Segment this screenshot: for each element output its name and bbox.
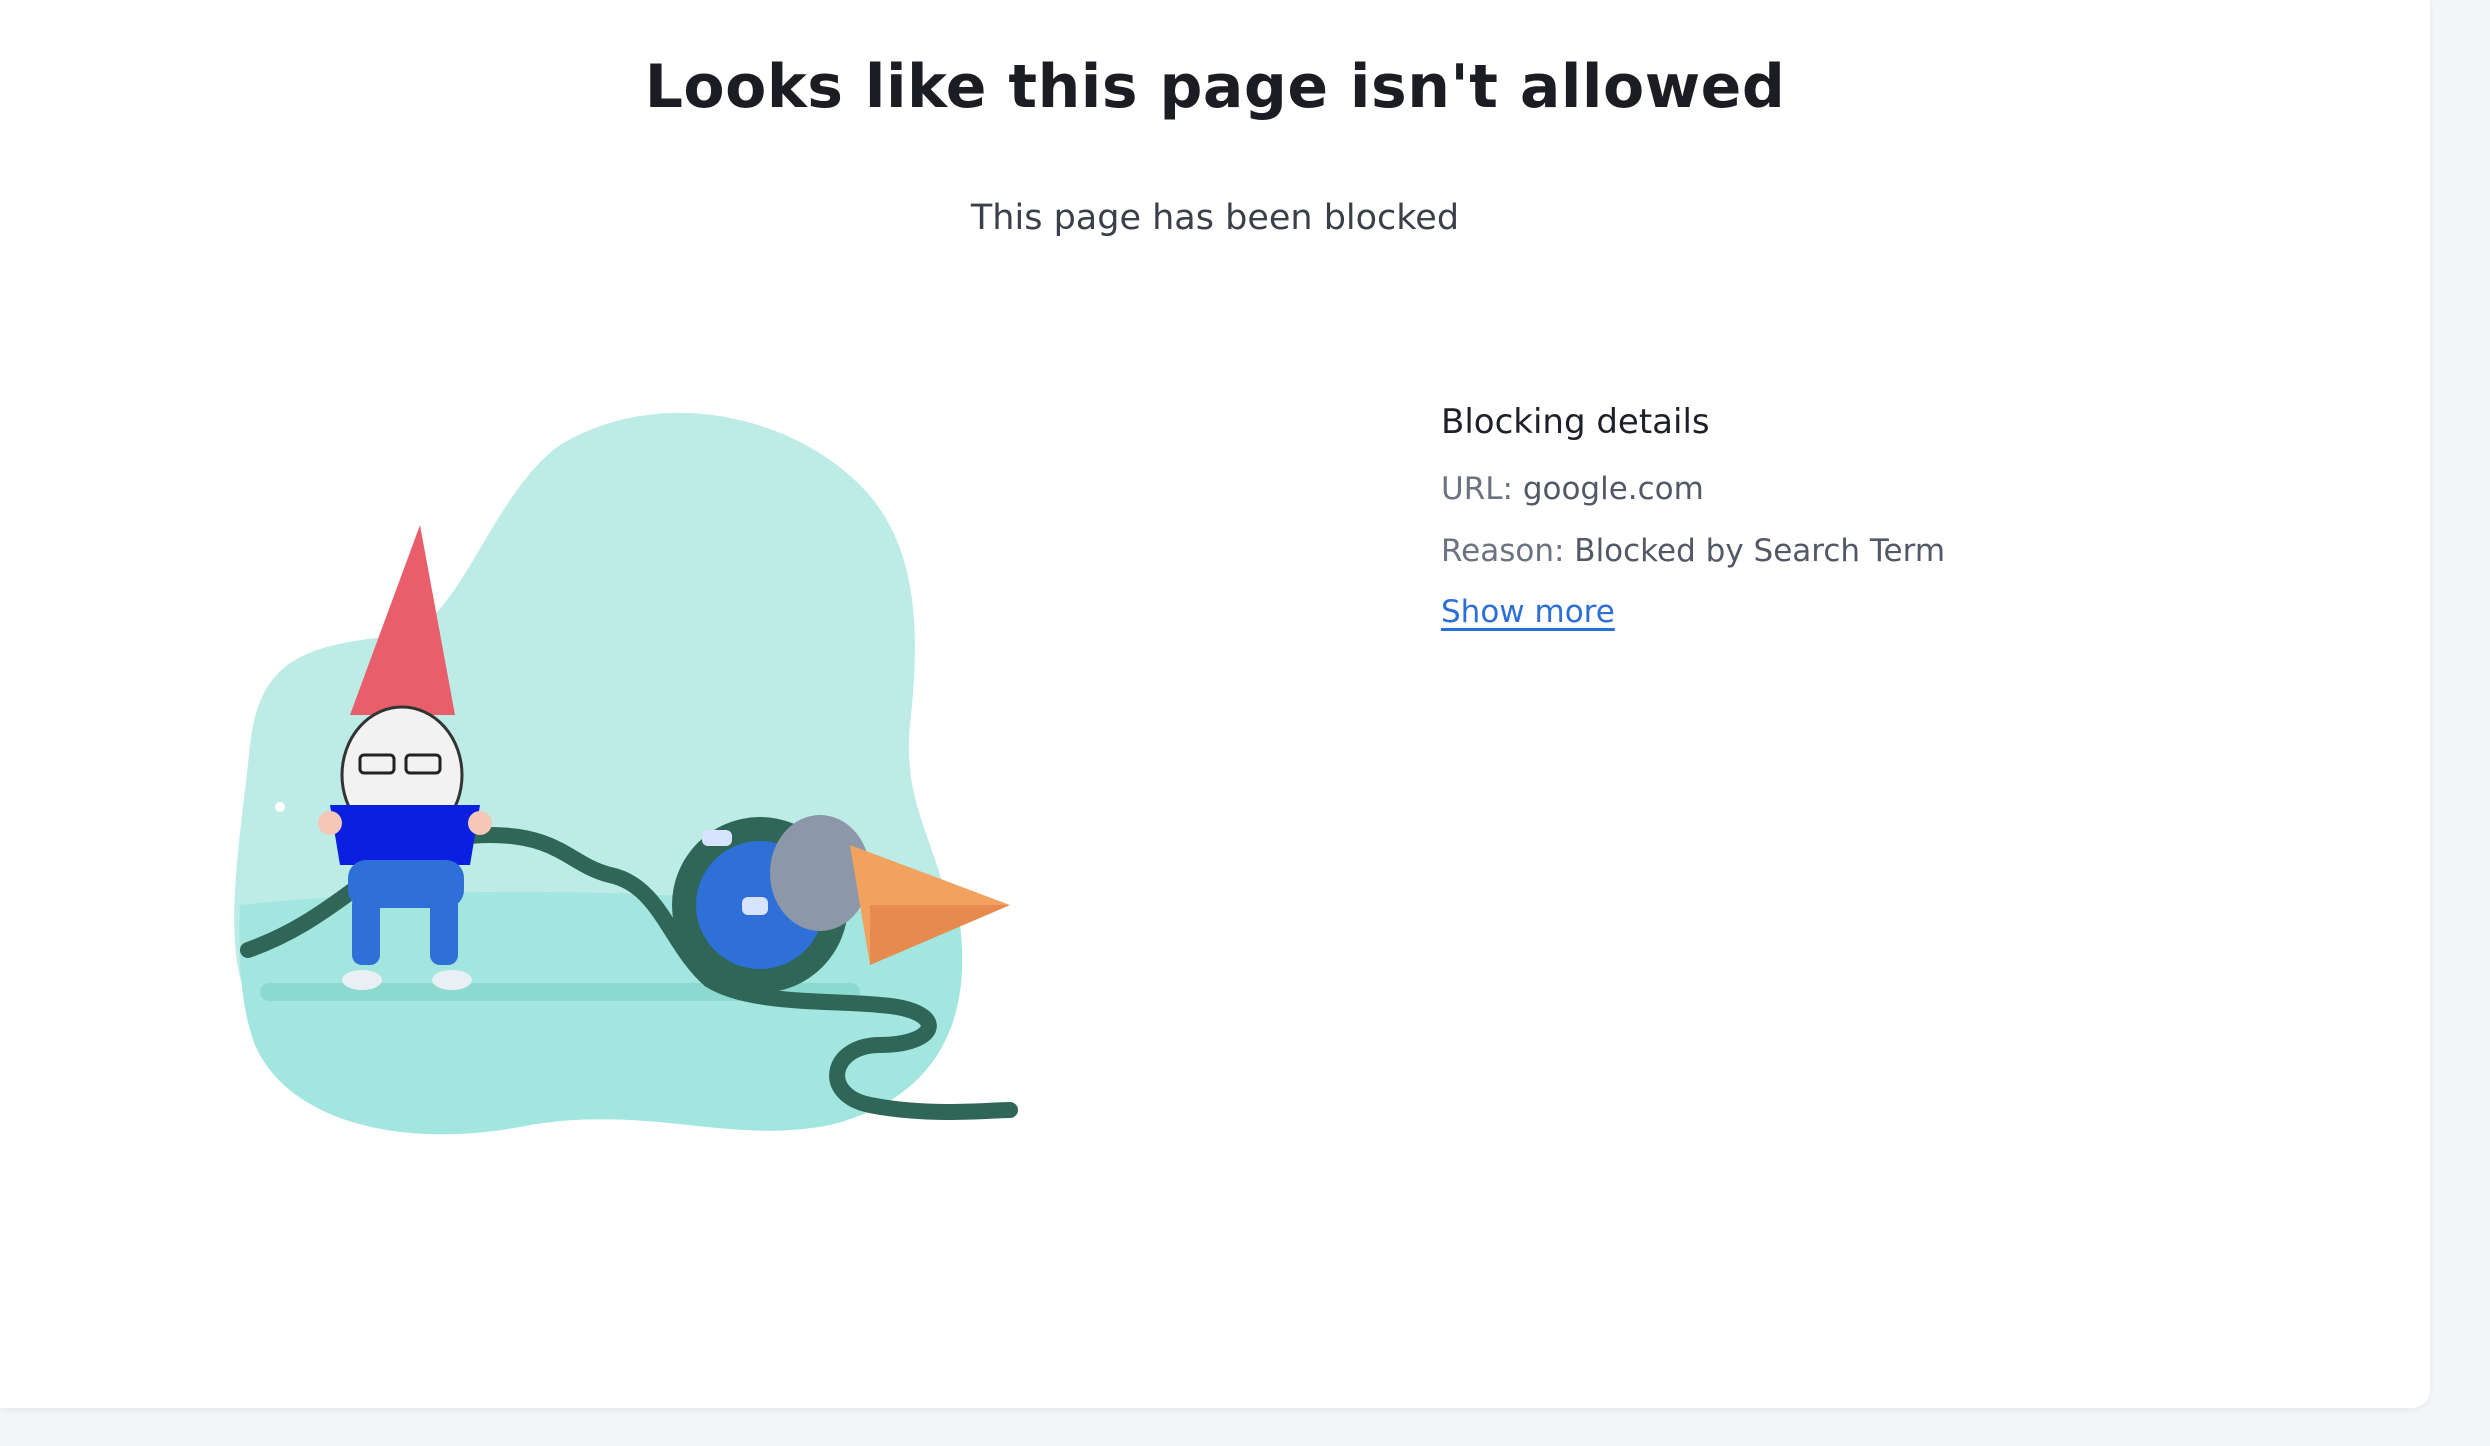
reel-arm [702,830,732,846]
blocking-details-heading: Blocking details [1441,402,1710,442]
gnome-shoe-right [432,970,472,990]
reel-arm-2 [742,897,768,915]
reason-label: Reason: [1441,533,1565,569]
page-subtitle: This page has been blocked [970,198,1460,238]
blocking-details: Blocking details URL: google.com Reason:… [1441,402,2341,630]
url-label: URL: [1441,471,1513,507]
gnome-shirt [330,805,480,865]
gnome-hand-right [468,811,492,835]
reason-value: Blocked by Search Term [1574,533,1946,569]
blocked-page-card: Looks like this page isn't allowed This … [0,0,2430,1408]
gnome-leg-left [352,895,380,965]
url-row: URL: google.com [1441,470,2341,508]
page-title: Looks like this page isn't allowed [644,52,1786,122]
gnome-hand-left [318,811,342,835]
gnome-leg-right [430,895,458,965]
reason-row: Reason: Blocked by Search Term [1441,532,2341,570]
show-more-link[interactable]: Show more [1441,594,1615,630]
gnome-hose-illustration [234,412,1018,1135]
sparkle-dot [275,802,285,812]
url-value: google.com [1522,471,1704,507]
gnome-shoe-left [342,970,382,990]
